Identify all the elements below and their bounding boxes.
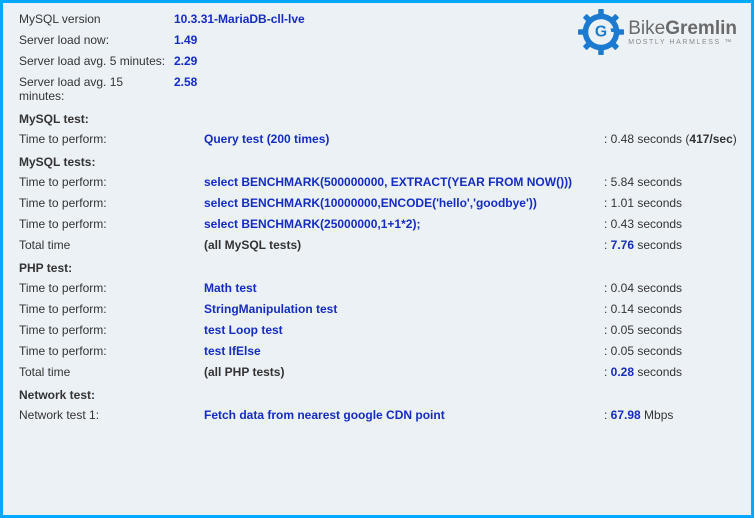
row-label: Time to perform:: [19, 196, 204, 210]
stat-value: 1.49: [174, 33, 604, 47]
row-result: : 0.28 seconds: [604, 365, 741, 379]
row-result: : 0.14 seconds: [604, 302, 741, 316]
section-heading-mysql-test: MySQL test:: [19, 107, 741, 129]
row-result: : 0.05 seconds: [604, 344, 741, 358]
stat-label: Server load avg. 5 minutes:: [19, 54, 174, 68]
svg-text:G: G: [595, 24, 607, 41]
row-desc: (all MySQL tests): [204, 238, 604, 252]
report-content: MySQL version 10.3.31-MariaDB-cll-lve Se…: [3, 3, 751, 434]
row-desc: select BENCHMARK(500000000, EXTRACT(YEAR…: [204, 175, 604, 189]
result-row: Time to perform: select BENCHMARK(500000…: [19, 172, 741, 193]
result-row: Time to perform: test IfElse : 0.05 seco…: [19, 341, 741, 362]
row-desc: select BENCHMARK(25000000,1+1*2);: [204, 217, 604, 231]
row-result: : 0.48 seconds (417/sec): [604, 132, 741, 146]
row-result: : 5.84 seconds: [604, 175, 741, 189]
stat-value: 2.29: [174, 54, 604, 68]
row-label: Time to perform:: [19, 132, 204, 146]
row-label: Time to perform:: [19, 217, 204, 231]
row-label: Total time: [19, 238, 204, 252]
row-label: Network test 1:: [19, 408, 204, 422]
stat-label: Server load now:: [19, 33, 174, 47]
row-desc: select BENCHMARK(10000000,ENCODE('hello'…: [204, 196, 604, 210]
row-desc: StringManipulation test: [204, 302, 604, 316]
row-result: : 7.76 seconds: [604, 238, 741, 252]
result-row: Time to perform: Math test : 0.04 second…: [19, 278, 741, 299]
result-row: Time to perform: select BENCHMARK(250000…: [19, 214, 741, 235]
row-label: Time to perform:: [19, 281, 204, 295]
brand-logo: G BikeGremlin MOSTLY HARMLESS ™: [578, 9, 737, 55]
brand-name: BikeGremlin: [628, 19, 737, 38]
row-desc: Query test (200 times): [204, 132, 604, 146]
result-row: Network test 1: Fetch data from nearest …: [19, 405, 741, 426]
row-result: : 0.04 seconds: [604, 281, 741, 295]
stat-value: 10.3.31-MariaDB-cll-lve: [174, 12, 604, 26]
row-desc: Math test: [204, 281, 604, 295]
total-row: Total time (all PHP tests) : 0.28 second…: [19, 362, 741, 383]
result-row: Time to perform: select BENCHMARK(100000…: [19, 193, 741, 214]
section-heading-mysql-tests: MySQL tests:: [19, 150, 741, 172]
result-row: Time to perform: StringManipulation test…: [19, 299, 741, 320]
row-desc: Fetch data from nearest google CDN point: [204, 408, 604, 422]
row-result: : 67.98 Mbps: [604, 408, 741, 422]
stat-label: MySQL version: [19, 12, 174, 26]
brand-tagline: MOSTLY HARMLESS ™: [628, 39, 737, 46]
section-heading-php-test: PHP test:: [19, 256, 741, 278]
row-label: Time to perform:: [19, 344, 204, 358]
row-desc: (all PHP tests): [204, 365, 604, 379]
row-label: Time to perform:: [19, 323, 204, 337]
row-result: : 0.43 seconds: [604, 217, 741, 231]
result-row: Time to perform: Query test (200 times) …: [19, 129, 741, 150]
row-desc: test IfElse: [204, 344, 604, 358]
section-heading-network-test: Network test:: [19, 383, 741, 405]
result-row: Time to perform: test Loop test : 0.05 s…: [19, 320, 741, 341]
row-result: : 1.01 seconds: [604, 196, 741, 210]
stat-value: 2.58: [174, 75, 604, 89]
row-label: Time to perform:: [19, 302, 204, 316]
row-result: : 0.05 seconds: [604, 323, 741, 337]
stat-row: Server load avg. 15 minutes: 2.58: [19, 72, 741, 107]
total-row: Total time (all MySQL tests) : 7.76 seco…: [19, 235, 741, 256]
row-desc: test Loop test: [204, 323, 604, 337]
gear-icon: G: [578, 9, 624, 55]
stat-label: Server load avg. 15 minutes:: [19, 75, 174, 103]
row-label: Total time: [19, 365, 204, 379]
row-label: Time to perform:: [19, 175, 204, 189]
